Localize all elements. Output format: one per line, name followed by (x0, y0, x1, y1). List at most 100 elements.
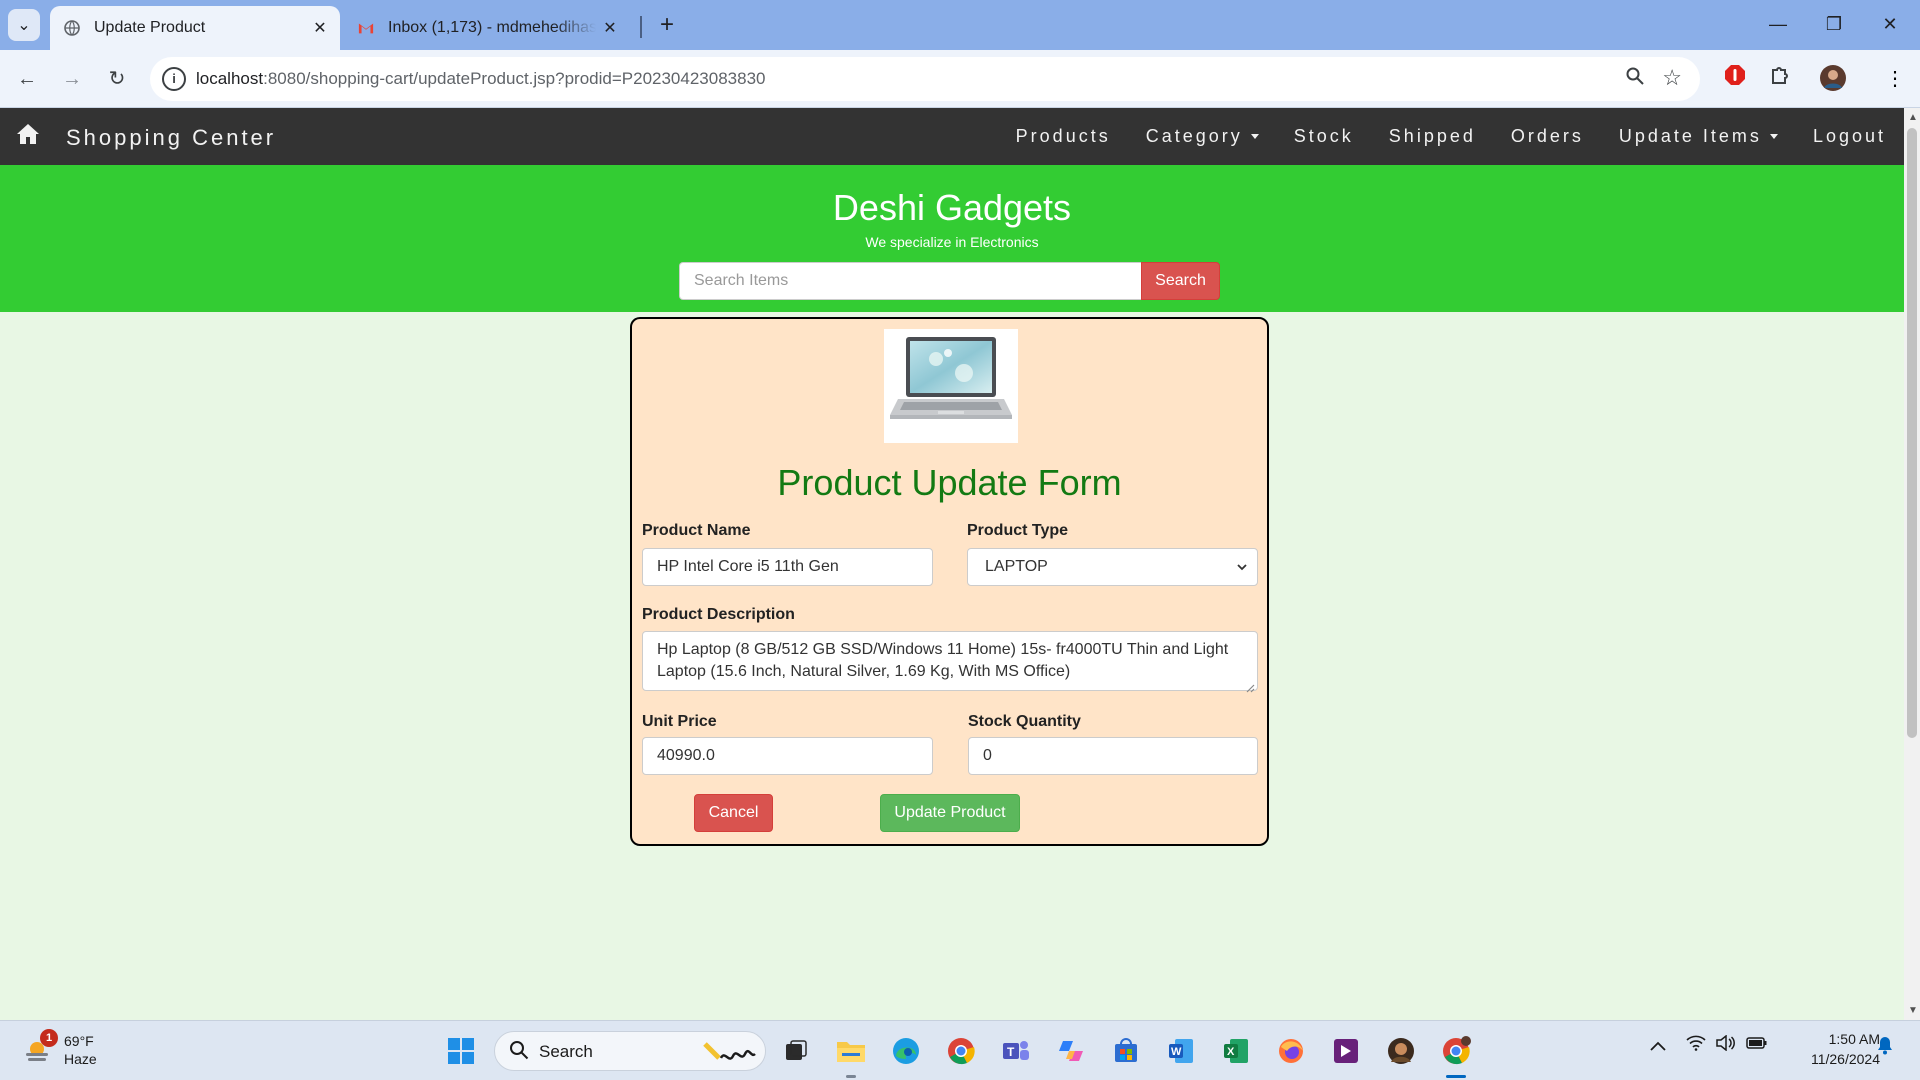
tab-title: Update Product (94, 19, 206, 36)
cancel-button[interactable]: Cancel (694, 794, 773, 832)
product-name-label: Product Name (642, 522, 751, 539)
scrollbar-thumb[interactable] (1907, 128, 1917, 738)
teams-icon[interactable]: T (996, 1031, 1036, 1071)
browser-menu-icon[interactable]: ⋮ (1880, 64, 1910, 94)
tab-gmail-inbox[interactable]: Inbox (1,173) - mdmehedihasan ✕ (350, 6, 630, 50)
battery-icon[interactable] (1746, 1035, 1768, 1056)
search-button[interactable]: Search (1141, 262, 1220, 300)
edge-browser-icon[interactable] (886, 1031, 926, 1071)
form-title: Product Update Form (777, 462, 1122, 503)
file-explorer-icon[interactable] (831, 1031, 871, 1071)
weather-temperature: 69°F (64, 1033, 94, 1049)
new-tab-button[interactable]: + (652, 10, 682, 40)
stock-quantity-label: Stock Quantity (968, 713, 1081, 730)
task-view-icon[interactable] (776, 1031, 816, 1071)
product-image (884, 329, 1018, 443)
weather-widget[interactable]: 1 69°F Haze (20, 1029, 140, 1073)
scroll-up-icon[interactable]: ▲ (1908, 112, 1918, 123)
product-description-textarea[interactable]: Hp Laptop (8 GB/512 GB SSD/Windows 11 Ho… (642, 631, 1258, 693)
browser-toolbar: ← → ↻ i localhost:8080/shopping-cart/upd… (0, 50, 1920, 108)
nav-logout[interactable]: Logout (1813, 126, 1886, 147)
windows-start-icon[interactable] (441, 1031, 481, 1071)
product-update-card: Product Update Form Product Name HP Inte… (630, 317, 1269, 846)
copilot-icon[interactable] (1051, 1031, 1091, 1071)
weather-condition: Haze (64, 1051, 97, 1067)
home-icon[interactable] (16, 122, 40, 146)
caret-down-icon (1769, 134, 1778, 139)
chrome-icon[interactable] (941, 1031, 981, 1071)
site-navbar: Shopping Center Products Category Stock … (0, 108, 1904, 165)
volume-icon[interactable] (1716, 1034, 1736, 1056)
scroll-down-icon[interactable]: ▼ (1908, 1005, 1918, 1016)
word-icon[interactable]: W (1161, 1031, 1201, 1071)
close-tab-icon[interactable]: ✕ (596, 18, 624, 38)
globe-icon (64, 20, 80, 36)
svg-text:T: T (1007, 1045, 1015, 1059)
close-window-button[interactable]: ✕ (1870, 8, 1910, 40)
system-clock[interactable]: 1:50 AM 11/26/2024 (1780, 1029, 1880, 1069)
reload-icon[interactable]: ↻ (100, 62, 134, 96)
page-viewport: Shopping Center Products Category Stock … (0, 108, 1904, 1020)
page-scrollbar[interactable]: ▲ ▼ (1904, 108, 1920, 1020)
show-hidden-icons[interactable] (1650, 1035, 1666, 1056)
taskbar-search-label: Search (539, 1042, 593, 1061)
resize-grip-icon[interactable] (1245, 678, 1255, 693)
nav-stock[interactable]: Stock (1294, 126, 1354, 147)
product-type-label: Product Type (967, 522, 1069, 539)
unit-price-input[interactable]: 40990.0 (642, 737, 933, 775)
wifi-icon[interactable] (1686, 1035, 1706, 1056)
chevron-down-icon (1237, 560, 1247, 574)
forward-arrow-icon[interactable]: → (55, 62, 89, 96)
url-text[interactable]: localhost:8080/shopping-cart/updateProdu… (196, 69, 765, 89)
minimize-button[interactable]: — (1758, 8, 1798, 40)
site-info-icon[interactable]: i (162, 67, 186, 91)
search-form: Search (679, 262, 1220, 300)
nav-category[interactable]: Category (1146, 126, 1259, 147)
tab-divider (640, 16, 642, 38)
tab-search-button[interactable]: ⌄ (8, 9, 40, 41)
zoom-icon[interactable] (1626, 67, 1644, 90)
unit-price-label: Unit Price (642, 713, 717, 730)
excel-icon[interactable]: X (1216, 1031, 1256, 1071)
company-name: Deshi Gadgets (832, 187, 1072, 228)
active-app-indicator (1446, 1075, 1466, 1078)
restore-button[interactable]: ❐ (1814, 8, 1854, 40)
app-avatar-icon[interactable] (1381, 1031, 1421, 1071)
clock-time: 1:50 AM (1828, 1031, 1880, 1047)
nav-links: Products Category Stock Shipped Orders U… (981, 108, 1886, 165)
product-description-text: Hp Laptop (8 GB/512 GB SSD/Windows 11 Ho… (657, 641, 1229, 680)
chrome-profile-icon[interactable] (1436, 1031, 1476, 1071)
bookmark-star-icon[interactable]: ☆ (1662, 65, 1682, 91)
svg-text:X: X (1227, 1046, 1235, 1058)
search-input[interactable] (679, 262, 1141, 300)
back-arrow-icon[interactable]: ← (10, 62, 44, 96)
nav-update-items[interactable]: Update Items (1619, 126, 1778, 147)
caret-down-icon (1250, 134, 1259, 139)
site-brand[interactable]: Shopping Center (66, 125, 276, 151)
product-type-select[interactable]: LAPTOP (967, 548, 1258, 586)
profile-avatar[interactable] (1818, 64, 1848, 94)
stock-quantity-input[interactable]: 0 (968, 737, 1258, 775)
close-tab-icon[interactable]: ✕ (306, 18, 334, 38)
nav-products[interactable]: Products (1016, 126, 1111, 147)
firefox-icon[interactable] (1271, 1031, 1311, 1071)
microsoft-store-icon[interactable] (1106, 1031, 1146, 1071)
product-name-input[interactable]: HP Intel Core i5 11th Gen (642, 548, 933, 586)
hero-banner: Deshi Gadgets We specialize in Electroni… (0, 165, 1904, 312)
product-type-value: LAPTOP (985, 558, 1048, 575)
update-product-button[interactable]: Update Product (880, 794, 1020, 832)
adblock-extension-icon[interactable] (1720, 64, 1750, 94)
company-tagline: We specialize in Electronics (865, 234, 1039, 250)
nav-shipped[interactable]: Shipped (1389, 126, 1476, 147)
nav-orders[interactable]: Orders (1511, 126, 1584, 147)
address-bar[interactable]: i localhost:8080/shopping-cart/updatePro… (150, 57, 1700, 101)
gmail-icon (358, 20, 374, 36)
visual-studio-icon[interactable] (1326, 1031, 1366, 1071)
notification-badge: 1 (40, 1029, 58, 1047)
tab-update-product[interactable]: Update Product ✕ (50, 6, 340, 50)
notification-bell-icon[interactable] (1876, 1035, 1894, 1060)
windows-taskbar: 1 69°F Haze Search T W X 1:50 AM 11/26/2… (0, 1020, 1920, 1080)
product-description-label: Product Description (642, 606, 795, 623)
extensions-puzzle-icon[interactable] (1766, 64, 1796, 94)
taskbar-search[interactable]: Search (494, 1031, 766, 1071)
